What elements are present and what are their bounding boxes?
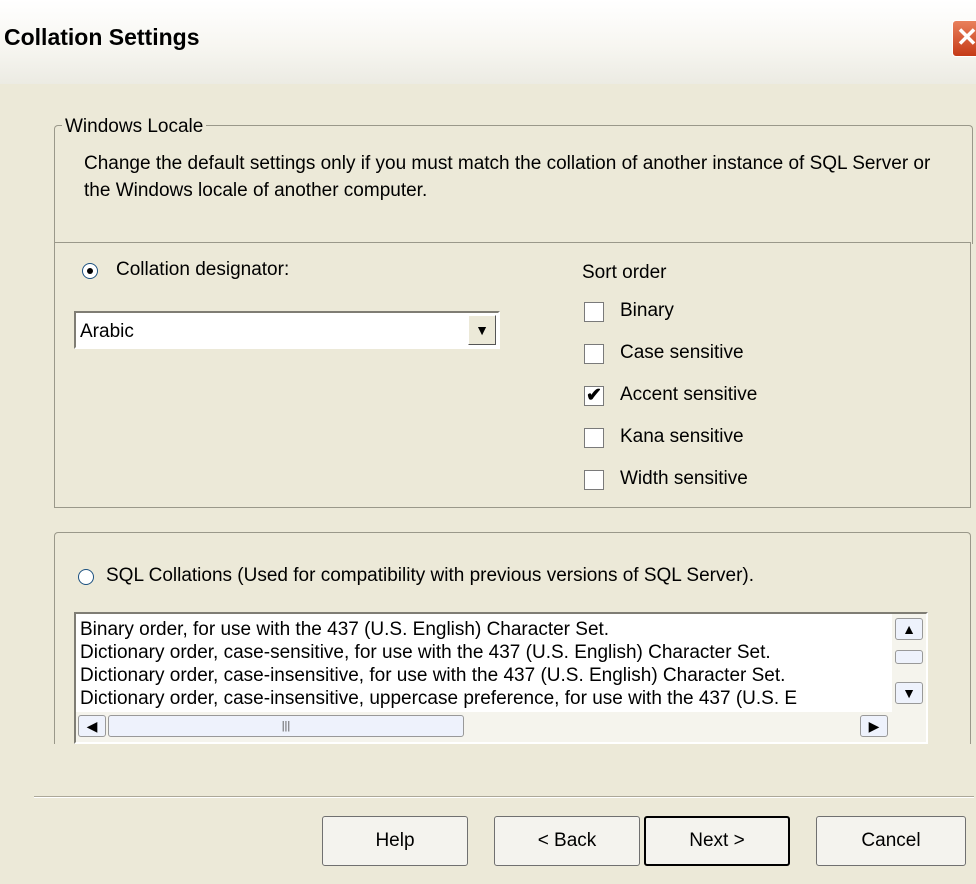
horizontal-scroll-thumb[interactable]: ||| [108,715,464,737]
list-item[interactable]: Dictionary order, case-insensitive, for … [80,664,888,687]
list-item[interactable]: Dictionary order, case-insensitive, uppe… [80,687,888,710]
back-button[interactable]: < Back [494,816,640,866]
separator [34,796,974,798]
case-sensitive-checkbox[interactable] [584,344,604,364]
vertical-scrollbar[interactable]: ▲ ▼ [892,614,926,712]
sql-collations-listbox[interactable]: Binary order, for use with the 437 (U.S.… [74,612,928,744]
next-button[interactable]: Next > [644,816,790,866]
sort-order-heading: Sort order [582,262,667,283]
collation-designator-label[interactable]: Collation designator: [116,259,289,281]
sql-collations-label[interactable]: SQL Collations (Used for compatibility w… [106,565,754,587]
kana-sensitive-label[interactable]: Kana sensitive [620,426,744,448]
dropdown-arrow-button[interactable]: ▼ [468,315,496,345]
windows-locale-legend: Windows Locale [62,116,207,138]
scroll-left-button[interactable]: ◀ [78,715,106,737]
scroll-right-button[interactable]: ▶ [860,715,888,737]
collation-designator-radio[interactable] [82,263,98,279]
window-title: Collation Settings [4,24,200,50]
accent-sensitive-label[interactable]: Accent sensitive [620,384,757,406]
cancel-button[interactable]: Cancel [816,816,966,866]
locale-description: Change the default settings only if you … [84,153,931,201]
scroll-up-button[interactable]: ▲ [895,618,923,640]
chevron-down-icon: ▼ [902,685,916,701]
chevron-left-icon: ◀ [86,718,98,734]
sql-collations-radio[interactable] [78,569,94,585]
title-bar: Collation Settings ✕ [0,0,976,84]
check-icon: ✔ [586,385,602,406]
scroll-down-button[interactable]: ▼ [895,682,923,704]
width-sensitive-label[interactable]: Width sensitive [620,468,748,490]
horizontal-scrollbar[interactable]: ◀ ||| ▶ [76,712,926,742]
grip-icon: ||| [281,720,291,732]
list-item[interactable]: Binary order, for use with the 437 (U.S.… [80,618,888,641]
vertical-scroll-thumb[interactable] [895,650,923,664]
close-icon: ✕ [956,22,976,52]
kana-sensitive-checkbox[interactable] [584,428,604,448]
close-button[interactable]: ✕ [952,20,976,57]
chevron-up-icon: ▲ [902,621,916,637]
width-sensitive-checkbox[interactable] [584,470,604,490]
binary-label[interactable]: Binary [620,300,674,322]
chevron-right-icon: ▶ [868,718,880,734]
dropdown-value: Arabic [80,321,134,342]
list-rows: Binary order, for use with the 437 (U.S.… [80,618,888,710]
help-button[interactable]: Help [322,816,468,866]
collation-designator-dropdown[interactable]: Arabic ▼ [74,311,500,349]
binary-checkbox[interactable] [584,302,604,322]
chevron-down-icon: ▼ [475,322,489,338]
list-item[interactable]: Dictionary order, case-sensitive, for us… [80,641,888,664]
accent-sensitive-checkbox[interactable]: ✔ [584,386,604,406]
collation-designator-group [54,242,971,508]
case-sensitive-label[interactable]: Case sensitive [620,342,744,364]
